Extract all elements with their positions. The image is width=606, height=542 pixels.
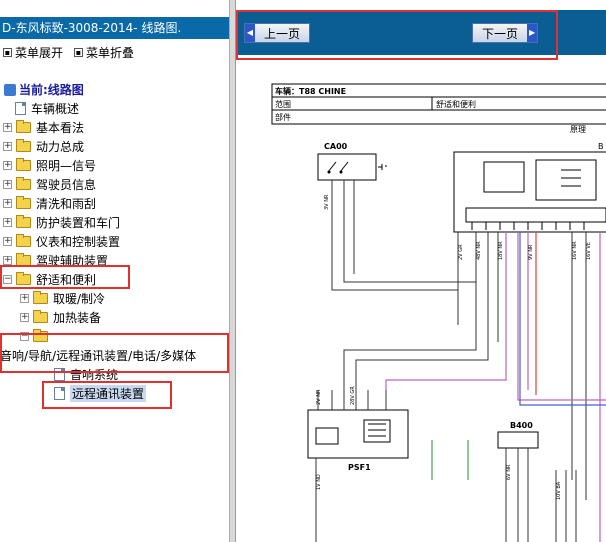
navigation-panel: D-东风标致-3008-2014- 线路图. ▪ 菜单展开 ▪ 菜单折叠 当前:… (0, 0, 229, 542)
folder-open-icon (33, 328, 48, 342)
expand-plus-icon[interactable]: + (3, 122, 12, 132)
tree-item-label: 舒适和便利 (36, 272, 97, 287)
wire-label: 3V NR (324, 194, 330, 210)
expand-plus-icon[interactable]: + (3, 198, 12, 208)
wire-label: 2V GR (458, 244, 464, 260)
component-b400-label: B400 (510, 421, 533, 430)
collapse-icon: ▪ (74, 48, 83, 57)
expand-plus-icon[interactable]: + (3, 217, 12, 227)
folder-icon (33, 309, 48, 323)
header-vehicle: 车辆：T88 CHINE (275, 86, 346, 96)
tree-item-label: 驾驶辅助装置 (36, 253, 109, 268)
header-system: 舒适和便利 (436, 99, 476, 109)
menu-collapse-button[interactable]: ▪ 菜单折叠 (74, 44, 134, 61)
folder-icon (16, 138, 31, 152)
component-ca00 (317, 153, 377, 181)
wire-label: 10V BA (556, 481, 562, 500)
folder-icon (16, 233, 31, 247)
current-node[interactable]: 当前:线路图 (4, 81, 84, 98)
highlight-box-navigation (236, 10, 558, 60)
header-range: 范围 (275, 99, 291, 109)
expand-plus-icon[interactable]: + (3, 255, 12, 265)
page-icon (54, 386, 65, 400)
tree-item-wash-wipe[interactable]: + 清洗和雨刮 (3, 194, 96, 212)
expand-plus-icon[interactable]: + (20, 293, 29, 303)
wire-label: 9V NR (528, 244, 534, 260)
tree-item-telematics[interactable]: 远程通讯装置 (54, 384, 147, 402)
tree-item-driving-aid[interactable]: + 驾驶辅助装置 (3, 251, 108, 269)
tree-item-multimedia-toggle[interactable]: − (20, 327, 53, 345)
expand-plus-icon[interactable]: + (3, 141, 12, 151)
tree-item-label: 驾驶员信息 (36, 177, 97, 192)
folder-icon (16, 176, 31, 190)
content-panel: ◀ 上一页 下一页 ▶ 车辆：T88 CHINE 范围 舒适和便利 部件 原理 … (236, 0, 606, 542)
panel-splitter[interactable] (229, 0, 236, 542)
section-label-right: B (598, 142, 604, 151)
collapse-minus-icon[interactable]: − (3, 274, 12, 284)
tree-item-doors[interactable]: + 防护装置和车门 (3, 213, 120, 231)
window-title: D-东风标致-3008-2014- 线路图. (0, 17, 229, 39)
tree-item-driver-info[interactable]: + 驾驶员信息 (3, 175, 96, 193)
tree-item-powertrain[interactable]: + 动力总成 (3, 137, 84, 155)
folder-icon (16, 195, 31, 209)
page-icon (15, 101, 26, 115)
wire-label: 6V NR (506, 464, 512, 480)
menu-expand-button[interactable]: ▪ 菜单展开 (3, 44, 63, 61)
header-parts: 部件 (275, 112, 291, 122)
expand-plus-icon[interactable]: + (3, 179, 12, 189)
tree-item-instruments[interactable]: + 仪表和控制装置 (3, 232, 120, 250)
wire-label: 48V NR (476, 241, 482, 260)
tree-item-label: 取暖/制冷 (53, 291, 106, 306)
tree-item-label: 清洗和雨刮 (36, 196, 97, 211)
tree-item-multimedia[interactable]: 音响/导航/远程通讯装置/电话/多媒体 (0, 346, 196, 364)
tree-item-heating-equipment[interactable]: + 加热装备 (20, 308, 101, 326)
section-label: 原理 (570, 125, 586, 134)
tree-item-comfort[interactable]: − 舒适和便利 (3, 270, 96, 288)
tree-item-audio[interactable]: 音响系统 (54, 365, 118, 383)
tree-item-label: 基本看法 (36, 120, 85, 135)
component-ca00-label: CA00 (324, 142, 348, 151)
tree-item-label: 动力总成 (36, 139, 85, 154)
expand-plus-icon[interactable]: + (20, 312, 29, 322)
wire-label: 1V ND (316, 474, 322, 490)
tree-item-lighting[interactable]: + 照明—信号 (3, 156, 96, 174)
menu-expand-label: 菜单展开 (15, 46, 64, 60)
folder-icon (16, 252, 31, 266)
wire-label: 16V NR (572, 241, 578, 260)
tree-item-label: 加热装备 (53, 310, 102, 325)
tree-item-label: 音响系统 (70, 367, 119, 382)
component-psf1-label: PSF1 (348, 463, 371, 472)
component-psf1 (307, 409, 409, 459)
tree-item-label: 车辆概述 (31, 101, 80, 116)
tree-item-label: 仪表和控制装置 (36, 234, 121, 249)
tree-item-heating-cooling[interactable]: + 取暖/制冷 (20, 289, 105, 307)
wire-label: 16V VE (586, 242, 592, 260)
wire-label: 28V GR (350, 386, 356, 405)
tree-item-overview[interactable]: 车辆概述 (15, 99, 79, 117)
menu-collapse-label: 菜单折叠 (86, 46, 135, 60)
tree-item-basic[interactable]: + 基本看法 (3, 118, 84, 136)
wire-label: 18V NR (498, 241, 504, 260)
tree-item-label: 防护装置和车门 (36, 215, 121, 230)
folder-open-icon (16, 271, 31, 285)
expand-icon: ▪ (3, 48, 12, 57)
page-icon (54, 367, 65, 381)
expand-plus-icon[interactable]: + (3, 160, 12, 170)
collapse-minus-icon[interactable]: − (20, 331, 29, 341)
book-icon (4, 83, 16, 96)
tree-item-label: 照明—信号 (36, 158, 97, 173)
folder-icon (16, 214, 31, 228)
folder-icon (16, 119, 31, 133)
tree-item-label: 远程通讯装置 (70, 384, 147, 402)
component-b400 (497, 431, 539, 449)
current-node-label: 当前:线路图 (19, 83, 84, 97)
folder-icon (16, 157, 31, 171)
wiring-diagram: 车辆：T88 CHINE 范围 舒适和便利 部件 原理 B CA00 PSF1 … (271, 83, 606, 542)
expand-plus-icon[interactable]: + (3, 236, 12, 246)
folder-icon (33, 290, 48, 304)
wire-label: 2V NR (316, 389, 322, 405)
tree-item-label: 音响/导航/远程通讯装置/电话/多媒体 (0, 348, 197, 363)
